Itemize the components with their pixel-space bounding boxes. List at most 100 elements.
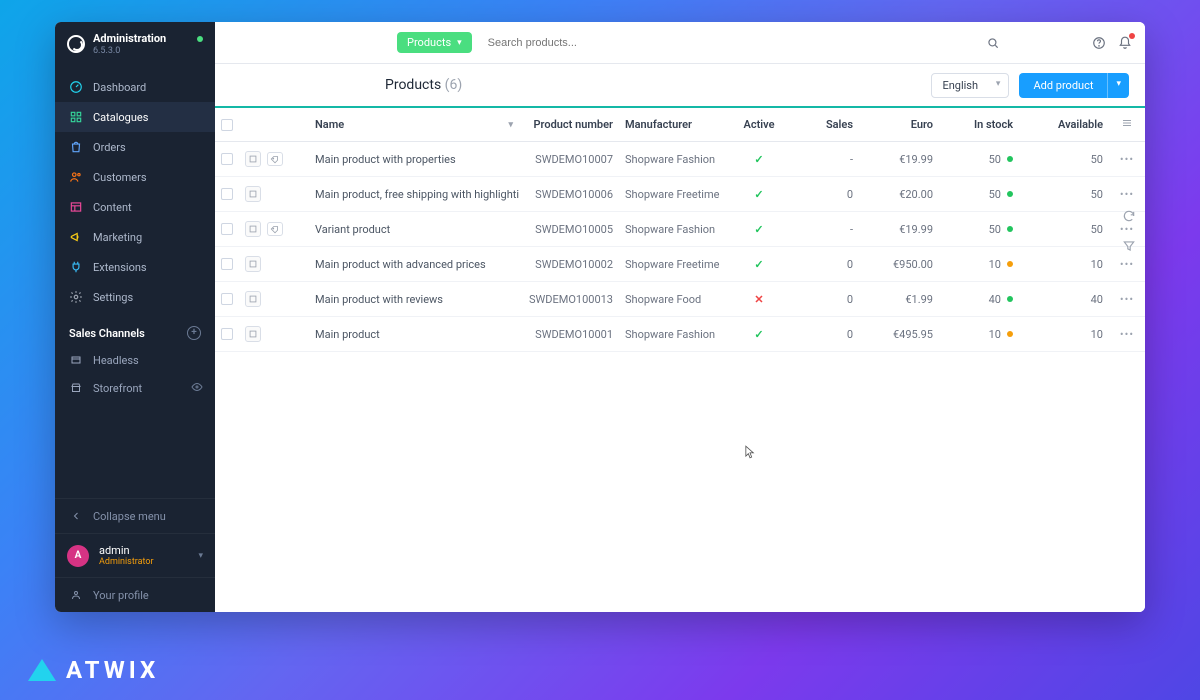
- select-all-checkbox[interactable]: [215, 110, 239, 140]
- price-value: €20.00: [859, 179, 939, 210]
- column-sales[interactable]: Sales: [789, 109, 859, 140]
- user-menu[interactable]: A admin Administrator ▾: [55, 533, 215, 577]
- search-icon[interactable]: [985, 35, 1001, 51]
- product-name: Main product with reviews: [315, 293, 443, 306]
- table-row[interactable]: Main productSWDEMO10001Shopware Fashion✓…: [215, 317, 1145, 352]
- column-active[interactable]: Active: [729, 109, 789, 140]
- sidebar-item-label: Customers: [93, 171, 147, 184]
- column-in-stock[interactable]: In stock: [939, 109, 1019, 140]
- row-checkbox[interactable]: [221, 258, 233, 270]
- context-label: Products: [407, 36, 451, 49]
- manufacturer: Shopware Fashion: [619, 214, 729, 245]
- sidebar-item-extensions[interactable]: Extensions: [55, 252, 215, 282]
- sales-value: 0: [789, 319, 859, 350]
- product-number: SWDEMO10005: [519, 214, 619, 245]
- sidebar-item-settings[interactable]: Settings: [55, 282, 215, 312]
- sidebar-item-marketing[interactable]: Marketing: [55, 222, 215, 252]
- column-available[interactable]: Available: [1019, 109, 1109, 140]
- stock-status-icon: [1007, 296, 1013, 302]
- column-settings-button[interactable]: [1109, 108, 1145, 141]
- atwix-watermark: ATWIX: [28, 656, 159, 684]
- nav-list: Dashboard Catalogues Orders Customers Co…: [55, 72, 215, 312]
- channel-item-headless[interactable]: Headless: [55, 346, 215, 374]
- language-select[interactable]: English: [931, 73, 1009, 98]
- product-thumb-icon: [245, 291, 261, 307]
- available-value: 10: [1019, 249, 1109, 280]
- product-thumb-icon: [245, 221, 261, 237]
- sidebar-item-content[interactable]: Content: [55, 192, 215, 222]
- storefront-icon: [69, 381, 83, 395]
- main-area: Products ▾ Products (6) Englis: [215, 22, 1145, 612]
- row-actions-button[interactable]: •••: [1109, 319, 1145, 350]
- table-row[interactable]: Main product with propertiesSWDEMO10007S…: [215, 142, 1145, 177]
- atwix-text: ATWIX: [66, 656, 159, 684]
- column-euro[interactable]: Euro: [859, 109, 939, 140]
- stock-value: 40: [989, 293, 1001, 306]
- topbar: Products ▾: [215, 22, 1145, 64]
- stock-value: 10: [989, 258, 1001, 271]
- row-checkbox[interactable]: [221, 328, 233, 340]
- search-input[interactable]: [482, 33, 762, 53]
- sidebar-item-orders[interactable]: Orders: [55, 132, 215, 162]
- users-icon: [69, 170, 83, 184]
- channel-label: Storefront: [93, 382, 142, 395]
- sidebar-item-label: Dashboard: [93, 81, 146, 94]
- add-channel-button[interactable]: +: [187, 326, 201, 340]
- sort-icon: ▾: [508, 120, 513, 130]
- language-value: English: [942, 79, 978, 92]
- filter-button[interactable]: [1121, 238, 1137, 254]
- stock-value: 10: [989, 328, 1001, 341]
- sales-value: 0: [789, 284, 859, 315]
- eye-icon[interactable]: [191, 381, 203, 396]
- sidebar: Administration 6.5.3.0 Dashboard Catalog…: [55, 22, 215, 612]
- row-actions-button[interactable]: •••: [1109, 144, 1145, 175]
- sidebar-item-customers[interactable]: Customers: [55, 162, 215, 192]
- table-row[interactable]: Variant productSWDEMO10005Shopware Fashi…: [215, 212, 1145, 247]
- table-row[interactable]: Main product, free shipping with highlig…: [215, 177, 1145, 212]
- column-name[interactable]: Name ▾: [309, 109, 519, 140]
- row-checkbox[interactable]: [221, 223, 233, 235]
- sidebar-item-dashboard[interactable]: Dashboard: [55, 72, 215, 102]
- row-actions-button[interactable]: •••: [1109, 284, 1145, 315]
- column-product-number[interactable]: Product number: [519, 109, 619, 140]
- sidebar-item-catalogues[interactable]: Catalogues: [55, 102, 215, 132]
- gauge-icon: [69, 80, 83, 94]
- sidebar-item-label: Content: [93, 201, 132, 214]
- available-value: 50: [1019, 144, 1109, 175]
- help-icon[interactable]: [1091, 35, 1107, 51]
- stock-status-icon: [1007, 156, 1013, 162]
- product-name: Main product, free shipping with highlig…: [315, 188, 519, 201]
- user-icon: [69, 588, 83, 602]
- notifications-icon[interactable]: [1117, 35, 1133, 51]
- channel-item-storefront[interactable]: Storefront: [55, 374, 215, 402]
- your-profile-link[interactable]: Your profile: [55, 577, 215, 612]
- available-value: 10: [1019, 319, 1109, 350]
- available-value: 50: [1019, 179, 1109, 210]
- logo-icon: [67, 35, 85, 53]
- column-manufacturer[interactable]: Manufacturer: [619, 109, 729, 140]
- row-checkbox[interactable]: [221, 153, 233, 165]
- cross-icon: ✕: [754, 293, 763, 306]
- add-product-button[interactable]: Add product: [1019, 73, 1108, 98]
- context-dropdown[interactable]: Products ▾: [397, 32, 472, 53]
- product-number: SWDEMO10002: [519, 249, 619, 280]
- sales-value: 0: [789, 249, 859, 280]
- add-product-dropdown[interactable]: ▾: [1108, 73, 1129, 98]
- bag-icon: [69, 140, 83, 154]
- refresh-button[interactable]: [1121, 208, 1137, 224]
- check-icon: ✓: [754, 188, 763, 201]
- plug-icon: [69, 260, 83, 274]
- table-row[interactable]: Main product with reviewsSWDEMO100013Sho…: [215, 282, 1145, 317]
- stock-status-icon: [1007, 261, 1013, 267]
- row-actions-button[interactable]: •••: [1109, 179, 1145, 210]
- row-checkbox[interactable]: [221, 188, 233, 200]
- collapse-menu-button[interactable]: Collapse menu: [55, 498, 215, 533]
- check-icon: ✓: [754, 223, 763, 236]
- sales-value: 0: [789, 179, 859, 210]
- sidebar-header: Administration 6.5.3.0: [55, 22, 215, 66]
- sales-value: -: [789, 144, 859, 175]
- product-thumb-icon: [245, 186, 261, 202]
- cursor-icon: [745, 444, 755, 458]
- table-row[interactable]: Main product with advanced pricesSWDEMO1…: [215, 247, 1145, 282]
- row-checkbox[interactable]: [221, 293, 233, 305]
